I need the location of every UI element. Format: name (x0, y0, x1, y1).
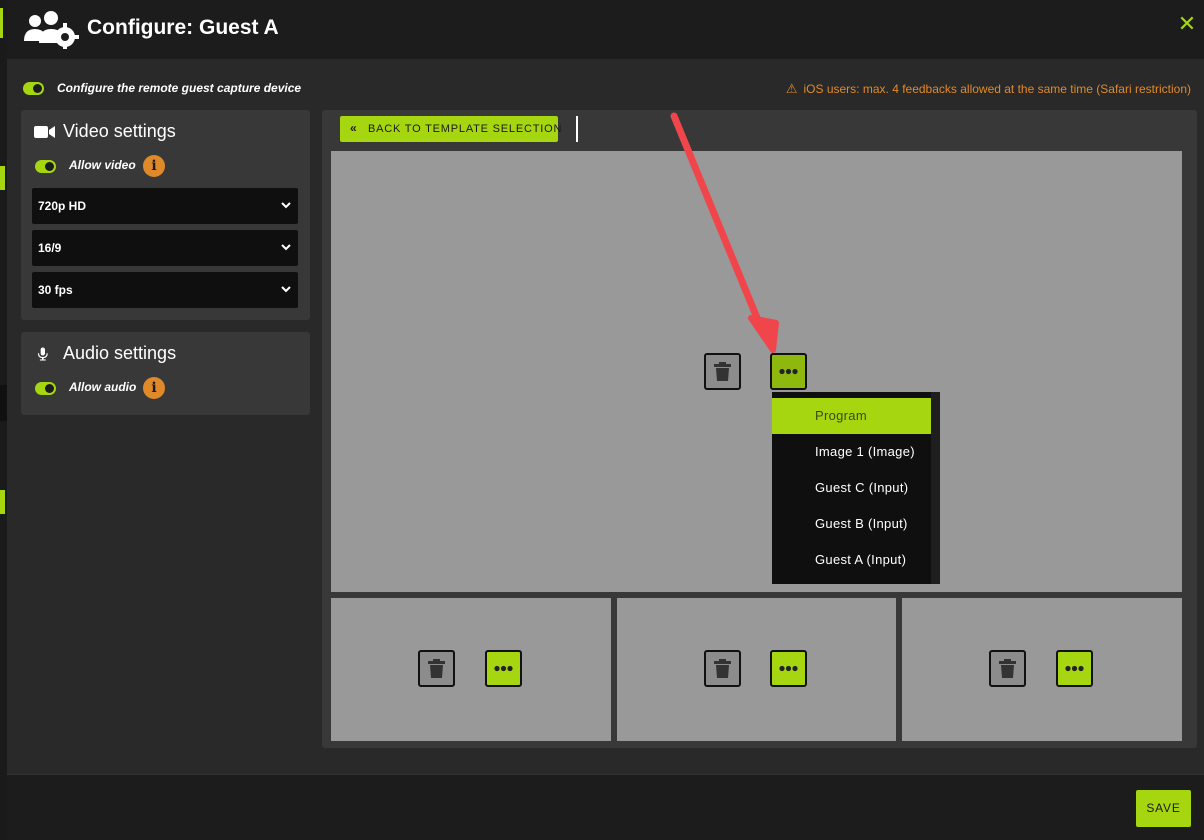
source-menu-item-guest-a[interactable]: Guest A (Input) (772, 542, 931, 578)
resolution-value: 720p HD (38, 199, 87, 213)
double-chevron-left-icon: « (350, 121, 358, 135)
background-accent (0, 166, 5, 190)
resolution-select[interactable]: 720p HD (32, 188, 298, 224)
aspect-ratio-select[interactable]: 16/9 (32, 230, 298, 266)
framerate-select[interactable]: 30 fps (32, 272, 298, 308)
trash-icon (714, 659, 731, 678)
allow-audio-toggle[interactable] (35, 382, 56, 395)
ios-warning: ⚠ iOS users: max. 4 feedbacks allowed at … (786, 81, 1191, 97)
video-camera-icon (34, 126, 55, 138)
audio-settings-panel: Audio settings Allow audio i (21, 332, 310, 415)
modal-header: Configure: Guest A ✕ (7, 0, 1204, 59)
more-dots-icon (1065, 665, 1084, 672)
capture-device-toggle[interactable] (23, 82, 44, 95)
back-to-template-button[interactable]: « BACK TO TEMPLATE SELECTION (340, 116, 561, 142)
source-menu-item-guest-c[interactable]: Guest C (Input) (772, 470, 931, 506)
delete-slot-button[interactable] (704, 650, 741, 687)
source-menu-item-image-1[interactable]: Image 1 (Image) (772, 434, 931, 470)
slot-options-button[interactable] (770, 650, 807, 687)
allow-video-label: Allow video (69, 158, 136, 172)
close-icon[interactable]: ✕ (1176, 14, 1198, 36)
source-menu-scrollbar[interactable] (931, 392, 940, 584)
delete-slot-button[interactable] (418, 650, 455, 687)
video-settings-title: Video settings (63, 121, 176, 141)
chevron-down-icon (281, 202, 291, 209)
source-menu-item-program[interactable]: Program (772, 398, 931, 434)
audio-settings-title: Audio settings (63, 343, 177, 363)
layout-editor-panel: « BACK TO TEMPLATE SELECTION (322, 110, 1197, 748)
source-menu-item-guest-b[interactable]: Guest B (Input) (772, 506, 931, 542)
framerate-value: 30 fps (38, 283, 73, 297)
more-dots-icon (779, 665, 798, 672)
configure-modal: Configure: Guest A ✕ Configure the remot… (7, 0, 1204, 840)
layout-slot-main[interactable] (331, 151, 1182, 592)
save-button[interactable]: SAVE (1136, 790, 1191, 827)
background-block (0, 385, 7, 421)
slot-options-button[interactable] (485, 650, 522, 687)
modal-footer: SAVE (7, 774, 1204, 840)
allow-video-toggle[interactable] (35, 160, 56, 173)
aspect-ratio-value: 16/9 (38, 241, 62, 255)
trash-icon (714, 362, 731, 381)
layout-slot-bottom-3[interactable] (902, 598, 1182, 741)
background-accent (0, 490, 5, 514)
chevron-down-icon (281, 286, 291, 293)
ios-warning-text: iOS users: max. 4 feedbacks allowed at t… (803, 82, 1192, 96)
back-to-template-label: BACK TO TEMPLATE SELECTION (368, 123, 563, 135)
background-app-strip (0, 0, 7, 840)
video-settings-panel: Video settings Allow video i 720p HD 16/… (21, 110, 310, 320)
trash-icon (428, 659, 445, 678)
allow-audio-row: Allow audio i (35, 377, 195, 399)
modal-title: Configure: Guest A (87, 16, 279, 39)
allow-video-row: Allow video i (35, 155, 195, 177)
layout-slot-bottom-1[interactable] (331, 598, 611, 741)
source-menu: Program Image 1 (Image) Guest C (Input) … (772, 392, 940, 584)
more-dots-icon (494, 665, 513, 672)
delete-slot-button[interactable] (989, 650, 1026, 687)
microphone-icon (37, 347, 48, 361)
divider (576, 116, 578, 142)
chevron-down-icon (281, 244, 291, 251)
info-icon[interactable]: i (143, 377, 165, 399)
delete-slot-button[interactable] (704, 353, 741, 390)
warning-icon: ⚠ (785, 81, 798, 96)
layout-slot-bottom-2[interactable] (617, 598, 896, 741)
slot-options-button[interactable] (1056, 650, 1093, 687)
slot-options-button[interactable] (770, 353, 807, 390)
users-gear-icon (24, 11, 79, 49)
background-accent (0, 8, 3, 38)
info-icon[interactable]: i (143, 155, 165, 177)
capture-device-label: Configure the remote guest capture devic… (57, 81, 302, 95)
allow-audio-label: Allow audio (69, 380, 137, 394)
trash-icon (999, 659, 1016, 678)
more-dots-icon (779, 368, 798, 375)
